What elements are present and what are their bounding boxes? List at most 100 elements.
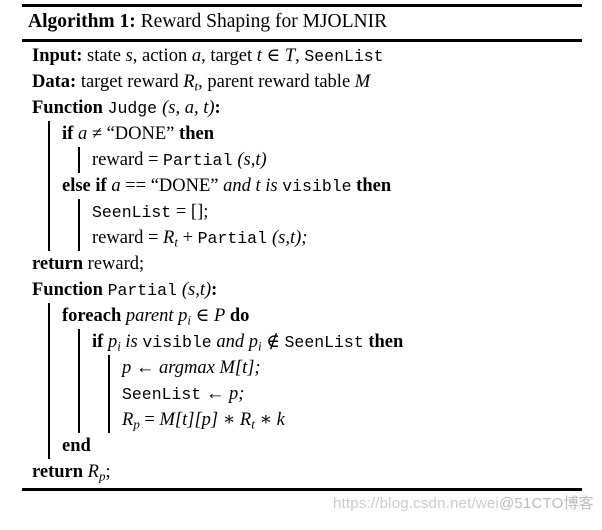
input-seenlist: SeenList [304, 47, 384, 66]
return-keyword: return [32, 462, 84, 482]
line-input: Input: state s, action a, target t ∈ T, … [22, 43, 582, 69]
line-reward-partial: reward = Partial (s,t) [22, 147, 582, 173]
indent-guide-level-2 [78, 381, 80, 407]
line-argmax-assign: p ← argmax M[t]; [22, 355, 582, 381]
foreach-var-p: p [178, 306, 188, 326]
rp-var-R: R [122, 410, 134, 430]
then-keyword: then [356, 176, 392, 196]
indent-guide-level-1 [48, 173, 50, 199]
indent-guide-level-2 [78, 147, 80, 173]
rp-index-t: [t] [174, 410, 195, 430]
seenlist-identifier: SeenList [92, 203, 172, 222]
function-keyword-partial: Function [32, 280, 103, 300]
indent-guide-level-1 [48, 121, 50, 147]
partial-call-args: (s,t) [237, 150, 267, 170]
line-if-not-done: if a ≠ “DONE” then [22, 121, 582, 147]
partial-call-name: Partial [163, 151, 233, 170]
algorithm-caption: Algorithm 1: Reward Shaping for MJOLNIR [22, 7, 582, 37]
partial-signature-args: (s,t) [181, 280, 212, 300]
argmax-var-p: p [122, 358, 132, 378]
line-reward-rt-partial: reward = Rt + Partial (s,t); [22, 225, 582, 251]
line-function-judge: Function Judge (s, a, t): [22, 95, 582, 121]
judge-arg-sep-2: , [193, 98, 199, 118]
input-text-action: , action [132, 46, 188, 66]
input-comma: , [295, 46, 300, 66]
indent-guide-level-1 [48, 329, 50, 355]
seenlist-identifier: SeenList [122, 385, 202, 404]
if-keyword: if [92, 332, 104, 352]
foreach-var-P: P [213, 306, 226, 326]
elseif-keyword: else if [62, 176, 107, 196]
if-keyword: if [62, 124, 74, 144]
push-arrow-symbol: ← [205, 384, 225, 404]
rp-var-R2: R [239, 410, 252, 430]
reward-rt-var-R: R [163, 228, 175, 248]
judge-arg-a: a [184, 98, 194, 118]
if-done-literal: “DONE” [106, 124, 175, 144]
indent-guide-level-2 [78, 407, 80, 433]
if2-var-p-subscript: i [117, 338, 121, 354]
data-keyword: Data: [32, 72, 77, 92]
rp-index-p: [p] [194, 410, 219, 430]
function-name-judge: Judge [107, 99, 158, 118]
seenlist-reset-expression: = []; [175, 202, 209, 222]
then-keyword: then [179, 124, 214, 144]
rule-bottom [22, 488, 582, 491]
rp-var-M: M [159, 410, 175, 430]
if2-var-p2-subscript: i [257, 338, 262, 354]
line-elseif-done-visible: else if a == “DONE” and t is visible the… [22, 173, 582, 199]
input-keyword: Input: [32, 46, 83, 66]
watermark-url: https://blog.csdn.net/wei [333, 495, 499, 512]
data-text-parent-table: , parent reward table [198, 72, 351, 92]
line-function-partial: Function Partial (s,t): [22, 277, 582, 303]
indent-guide-level-1 [48, 225, 50, 251]
foreach-member-symbol: ∈ [195, 306, 210, 326]
if2-not-member-symbol: ∉ [266, 332, 280, 352]
return-semicolon: ; [105, 462, 111, 482]
partial-colon: : [211, 280, 218, 300]
indent-guide-level-1 [48, 407, 50, 433]
partial-call-name: Partial [197, 229, 267, 248]
input-text-state: state [87, 46, 121, 66]
indent-guide-level-3 [108, 381, 110, 407]
foreach-parent-word: parent [125, 306, 174, 326]
elseif-equality-symbol: == [125, 176, 147, 196]
input-member-symbol: ∈ [266, 46, 281, 66]
argmax-index: [t]; [234, 358, 261, 378]
watermark: https://blog.csdn.net/wei@51CTO博客 [333, 494, 594, 514]
rp-multiply-symbol-2: ∗ [259, 410, 273, 430]
rp-var-k: k [276, 410, 285, 430]
if2-is-keyword: is [125, 332, 138, 352]
input-var-T: T [284, 46, 296, 66]
watermark-tail: @51CTO博客 [498, 495, 594, 512]
rp-var-R2-subscript: t [251, 416, 255, 432]
line-end: end [22, 433, 582, 459]
push-var-p: p; [228, 384, 245, 404]
data-var-M: M [354, 72, 371, 92]
input-var-s: s [125, 46, 133, 66]
line-rp-assign: Rp = M[t][p] ∗ Rt ∗ k [22, 407, 582, 433]
do-keyword: do [229, 306, 250, 326]
indent-guide-level-2 [78, 329, 80, 355]
return-keyword: return [32, 254, 84, 274]
judge-arg-sep-1: , [175, 98, 181, 118]
indent-guide-level-3 [108, 407, 110, 433]
if2-var-p: p [107, 332, 118, 352]
foreach-var-p-subscript: i [187, 312, 191, 328]
line-return-reward: return reward; [22, 251, 582, 277]
indent-guide-level-1 [48, 355, 50, 381]
function-keyword-judge: Function [32, 98, 103, 118]
algorithm-body: Input: state s, action a , target t ∈ T , … [22, 42, 582, 485]
algorithm-caption-title: Reward Shaping for MJOLNIR [140, 11, 388, 32]
input-text-target: , target [201, 46, 253, 66]
indent-guide-level-1 [48, 303, 50, 329]
elseif-var-a: a [111, 176, 121, 196]
indent-guide-level-2 [78, 225, 80, 251]
partial-call-args: (s,t); [271, 228, 308, 248]
data-text-target-reward: target reward [80, 72, 179, 92]
data-var-R: R [183, 72, 195, 92]
if2-var-p2: p [248, 332, 258, 352]
line-seenlist-push: SeenList ← p; [22, 381, 582, 407]
elseif-is-keyword: is [265, 176, 278, 196]
argmax-arrow-symbol: ← [135, 358, 155, 378]
